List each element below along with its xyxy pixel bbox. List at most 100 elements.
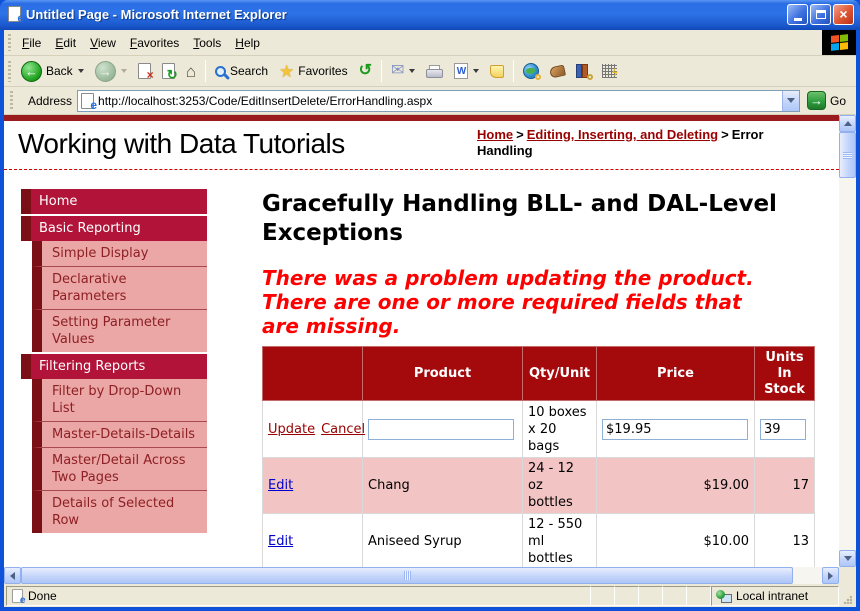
resize-grip[interactable] [839, 586, 854, 606]
edit-dropdown-caret[interactable] [473, 69, 480, 73]
sidebar-item-label: Details of Selected Row [52, 496, 175, 528]
units-cell: 13 [754, 513, 815, 567]
forward-button[interactable]: → [90, 58, 132, 85]
scroll-up-button[interactable] [839, 115, 856, 132]
address-grip[interactable] [10, 91, 13, 110]
stop-button[interactable]: × [133, 60, 156, 82]
sidebar-item-declarative-parameters[interactable]: Declarative Parameters [32, 266, 207, 309]
maximize-icon [815, 9, 826, 19]
mail-dropdown-caret[interactable] [409, 69, 416, 73]
search-icon [214, 65, 226, 77]
breadcrumb-link-editing[interactable]: Editing, Inserting, and Deleting [527, 127, 718, 142]
sidebar-nav: Home Basic Reporting Simple Display Decl… [21, 189, 207, 533]
sidebar-item-master-details-details[interactable]: Master-Details-Details [32, 421, 207, 447]
cancel-link[interactable]: Cancel [321, 422, 365, 437]
thumb-grip [403, 571, 411, 580]
sidebar-item-home[interactable]: Home [21, 189, 207, 214]
print-button[interactable] [421, 62, 448, 81]
qty-unit-cell: 12 - 550 ml bottles [522, 513, 597, 567]
status-segment [591, 586, 615, 606]
sidebar-item-setting-parameter-values[interactable]: Setting Parameter Values [32, 309, 207, 352]
address-input[interactable] [98, 91, 782, 110]
product-cell: Aniseed Syrup [362, 513, 523, 567]
vertical-scroll-thumb[interactable] [839, 132, 856, 178]
home-button[interactable]: ⌂ [181, 60, 201, 83]
sidebar-item-filtering-reports[interactable]: Filtering Reports [21, 354, 207, 379]
refresh-button[interactable]: ↻ [157, 60, 180, 82]
go-button[interactable]: → Go [805, 91, 852, 110]
status-bar: e Done Local intranet [4, 584, 856, 607]
sidebar-item-filter-by-dropdown-list[interactable]: Filter by Drop-Down List [32, 379, 207, 421]
table-row-editing: Update Cancel 10 boxes x 20 bags [262, 400, 815, 458]
masthead: Working with Data Tutorials Home > Editing… [4, 121, 839, 170]
menu-edit[interactable]: Edit [48, 33, 83, 53]
price-input[interactable] [602, 418, 748, 440]
sidebar-item-details-of-selected-row[interactable]: Details of Selected Row [32, 490, 207, 533]
price-cell: $19.00 [596, 457, 755, 514]
actions-cell: Edit [262, 457, 363, 514]
back-dropdown-caret[interactable] [77, 69, 84, 73]
status-segment [615, 586, 639, 606]
forward-dropdown-caret[interactable] [120, 69, 127, 73]
sidebar-item-basic-reporting[interactable]: Basic Reporting [21, 216, 207, 241]
edit-link[interactable]: Edit [268, 478, 293, 493]
qty-unit-cell: 10 boxes x 20 bags [522, 400, 597, 458]
maximize-button[interactable] [810, 3, 831, 25]
scroll-right-button[interactable] [822, 567, 839, 584]
grid-tool-button[interactable]: ϟ [597, 61, 622, 81]
minimize-button[interactable] [787, 3, 808, 25]
mail-icon: ✉ [391, 62, 405, 79]
price-cell: $10.00 [596, 513, 755, 567]
horizontal-scrollbar[interactable] [4, 567, 839, 584]
breadcrumb-link-home[interactable]: Home [477, 127, 513, 142]
scroll-down-button[interactable] [839, 550, 856, 567]
favorites-button[interactable]: ★ Favorites [274, 60, 353, 83]
status-segment [639, 586, 663, 606]
dotted-grid-icon: ϟ [602, 64, 618, 79]
discuss-button[interactable] [485, 62, 509, 81]
product-input[interactable] [368, 418, 514, 440]
horizontal-scroll-thumb[interactable] [21, 567, 793, 584]
status-message-panel: e Done [6, 586, 591, 606]
update-link[interactable]: Update [268, 422, 315, 437]
sidebar-item-master-detail-across-two-pages[interactable]: Master/Detail Across Two Pages [32, 447, 207, 490]
forward-icon: → [94, 60, 116, 82]
history-button[interactable]: ↺ [354, 60, 377, 82]
ie-e-glyph: e [17, 11, 24, 25]
search-button[interactable]: Search [210, 61, 273, 81]
grid-header-units-in-stock: Units In Stock [754, 346, 815, 401]
research-button[interactable] [571, 61, 596, 81]
favorites-label: Favorites [298, 64, 348, 78]
menu-file[interactable]: File [15, 33, 48, 53]
menu-favorites[interactable]: Favorites [123, 33, 186, 53]
menu-grip[interactable] [8, 33, 11, 52]
units-in-stock-input[interactable] [760, 418, 806, 440]
toolbar-grip[interactable] [8, 60, 11, 82]
sidebar-item-label: Basic Reporting [39, 221, 141, 236]
vertical-scrollbar[interactable] [839, 115, 856, 567]
menu-help[interactable]: Help [228, 33, 267, 53]
menu-view[interactable]: View [83, 33, 123, 53]
breadcrumb: Home > Editing, Inserting, and Deleting > Er… [477, 127, 817, 159]
addon-tool-button[interactable] [545, 63, 570, 80]
edit-with-word-button[interactable]: W [449, 60, 484, 82]
globe-magnifier-icon [523, 63, 542, 80]
page-content: Working with Data Tutorials Home > Editing… [4, 115, 839, 567]
mail-button[interactable]: ✉ [386, 60, 420, 82]
edit-link[interactable]: Edit [268, 534, 293, 549]
sidebar-item-simple-display[interactable]: Simple Display [32, 241, 207, 266]
toolbar-separator [513, 60, 515, 82]
address-dropdown-button[interactable] [781, 90, 799, 111]
chevron-left-icon [10, 571, 15, 580]
browser-viewport: Working with Data Tutorials Home > Editing… [4, 115, 856, 584]
security-zone-panel: Local intranet [711, 586, 839, 606]
ie-page-icon: e [81, 92, 98, 112]
ie-e-glyph: e [90, 97, 98, 112]
close-button[interactable]: × [833, 3, 854, 25]
scroll-left-button[interactable] [4, 567, 21, 584]
menu-tools[interactable]: Tools [186, 33, 228, 53]
back-button[interactable]: ← Back [16, 58, 89, 85]
browser-window: e Untitled Page - Microsoft Internet Exp… [0, 0, 860, 611]
ie-e-glyph: e [19, 593, 26, 606]
web-research-button[interactable] [518, 60, 544, 82]
